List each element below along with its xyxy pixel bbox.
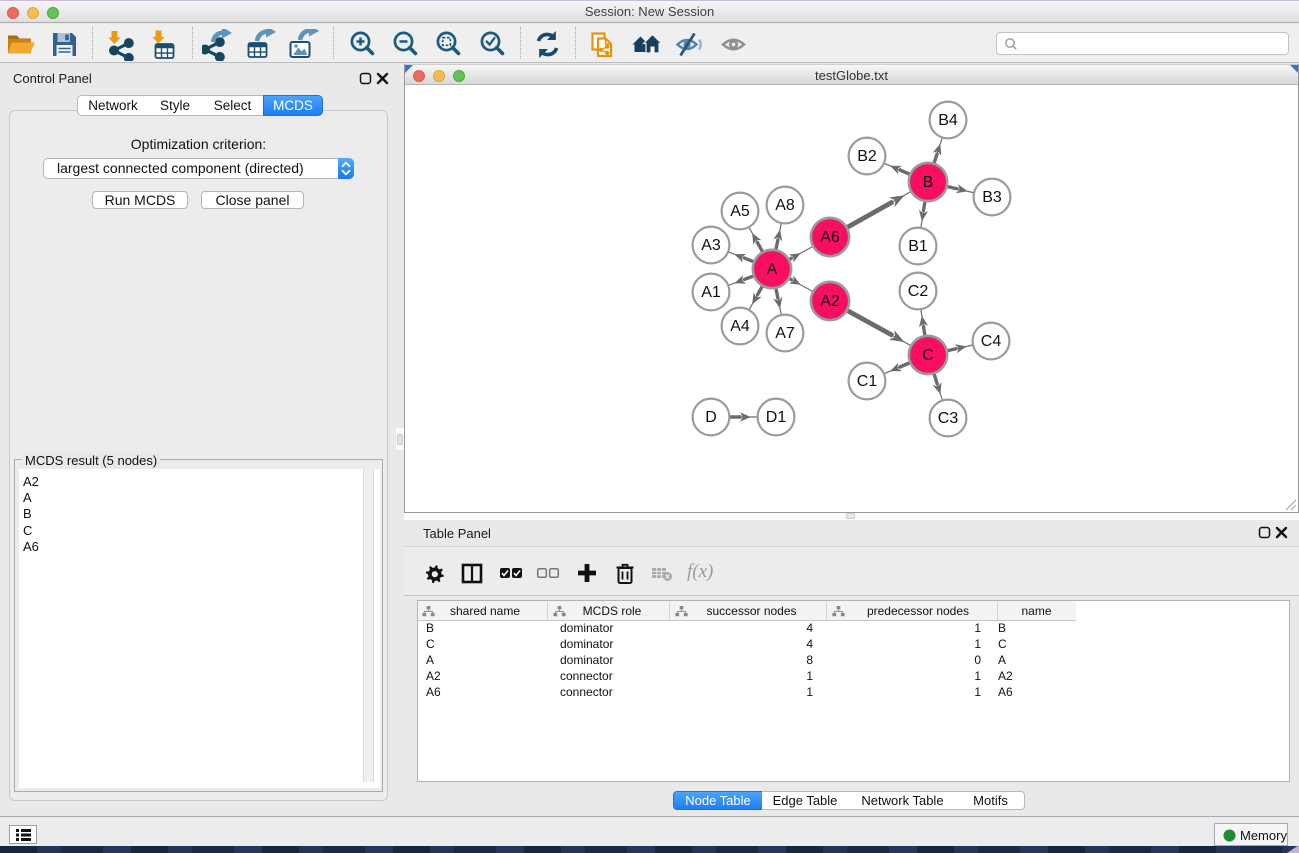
svg-text:A5: A5 bbox=[730, 203, 750, 220]
svg-text:B4: B4 bbox=[938, 112, 958, 129]
svg-text:C4: C4 bbox=[981, 333, 1002, 350]
svg-text:C: C bbox=[922, 347, 934, 364]
svg-text:C1: C1 bbox=[857, 373, 878, 390]
svg-text:A6: A6 bbox=[820, 229, 840, 246]
svg-text:C3: C3 bbox=[938, 410, 959, 427]
svg-text:C2: C2 bbox=[908, 283, 929, 300]
svg-text:B1: B1 bbox=[908, 238, 928, 255]
svg-text:A8: A8 bbox=[775, 197, 795, 214]
svg-text:D1: D1 bbox=[766, 409, 787, 426]
svg-text:A4: A4 bbox=[730, 318, 750, 335]
svg-text:A7: A7 bbox=[775, 325, 795, 342]
svg-text:B3: B3 bbox=[982, 189, 1002, 206]
svg-text:A: A bbox=[767, 261, 778, 278]
svg-text:A3: A3 bbox=[701, 237, 721, 254]
svg-text:A2: A2 bbox=[820, 293, 840, 310]
svg-text:B: B bbox=[923, 174, 934, 191]
svg-text:D: D bbox=[705, 409, 717, 426]
svg-text:A1: A1 bbox=[701, 284, 721, 301]
svg-text:B2: B2 bbox=[857, 148, 877, 165]
